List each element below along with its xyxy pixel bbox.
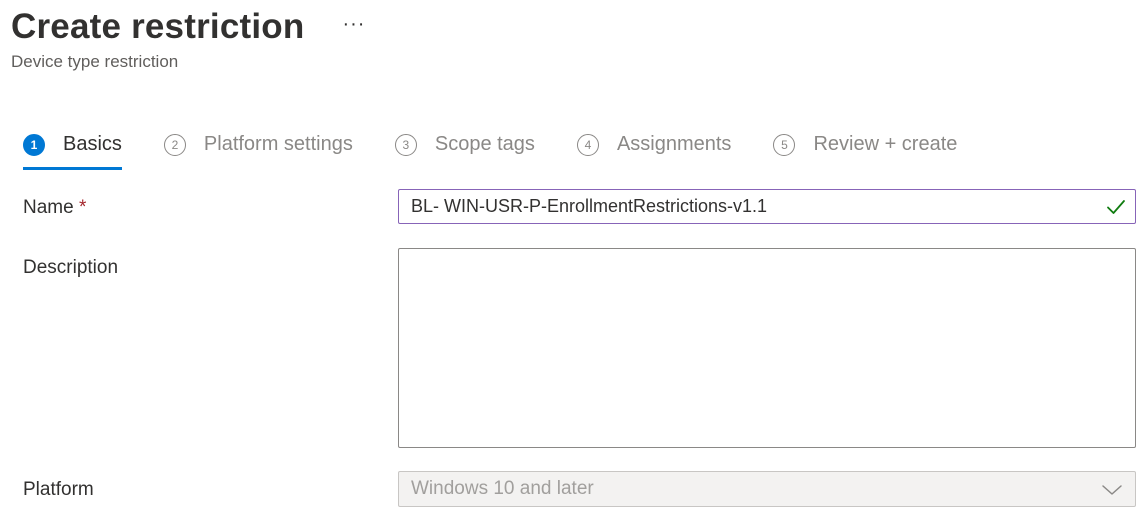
tab-assignments[interactable]: 4 Assignments [576,128,732,161]
step-label-basics: Basics [63,133,122,155]
page-subtitle: Device type restriction [11,52,179,71]
name-label-text: Name [23,197,74,218]
step-label-platform-settings: Platform settings [203,133,353,155]
tab-scope-tags[interactable]: 3 Scope tags [394,128,535,161]
description-label: Description [23,257,119,278]
description-textarea[interactable] [398,248,1136,448]
step-number-2: 2 [163,133,186,156]
tab-platform-settings[interactable]: 2 Platform settings [163,128,353,161]
step-number-5: 5 [773,133,796,156]
step-label-scope-tags: Scope tags [434,133,535,155]
name-input-value: BL- WIN-USR-P-EnrollmentRestrictions-v1.… [411,196,768,216]
title-row: Create restriction ··· [11,6,365,48]
step-label-review-create: Review + create [813,133,958,155]
platform-label: Platform [23,479,94,500]
name-input[interactable]: BL- WIN-USR-P-EnrollmentRestrictions-v1.… [398,189,1136,224]
step-number-4: 4 [576,133,599,156]
name-label: Name * [23,197,86,219]
tab-review-create[interactable]: 5 Review + create [773,128,957,161]
tab-basics[interactable]: 1 Basics [23,128,122,170]
more-ellipsis-icon[interactable]: ··· [342,14,365,34]
required-mark: * [78,197,87,218]
wizard-steps: 1 Basics 2 Platform settings 3 Scope tag… [23,128,999,170]
platform-dropdown[interactable]: Windows 10 and later [398,471,1136,507]
platform-selected-value: Windows 10 and later [411,478,594,499]
step-label-assignments: Assignments [616,133,732,155]
step-number-1: 1 [23,133,45,156]
step-number-3: 3 [394,133,417,156]
checkmark-icon [1107,200,1125,214]
chevron-down-icon [1102,485,1122,495]
page-header: Create restriction ··· Device type restr… [11,6,365,72]
page-title: Create restriction [11,7,305,46]
